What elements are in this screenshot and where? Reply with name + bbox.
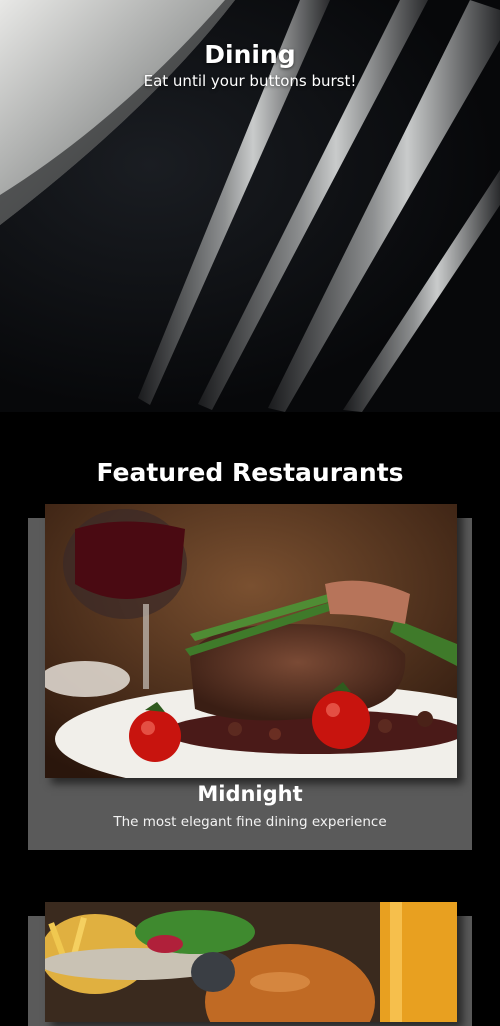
restaurant-card[interactable] xyxy=(28,902,472,1026)
featured-heading: Featured Restaurants xyxy=(96,458,404,487)
restaurant-photo xyxy=(45,504,457,778)
restaurant-name[interactable]: Midnight xyxy=(28,782,472,806)
restaurant-photo xyxy=(45,902,457,1022)
restaurant-card[interactable]: Midnight The most elegant fine dining ex… xyxy=(28,504,472,850)
hero-banner: Dining Eat until your buttons burst! xyxy=(0,0,500,412)
page-subtitle: Eat until your buttons burst! xyxy=(143,72,357,90)
page-title: Dining xyxy=(204,40,296,69)
restaurant-description: The most elegant fine dining experience xyxy=(113,814,387,830)
